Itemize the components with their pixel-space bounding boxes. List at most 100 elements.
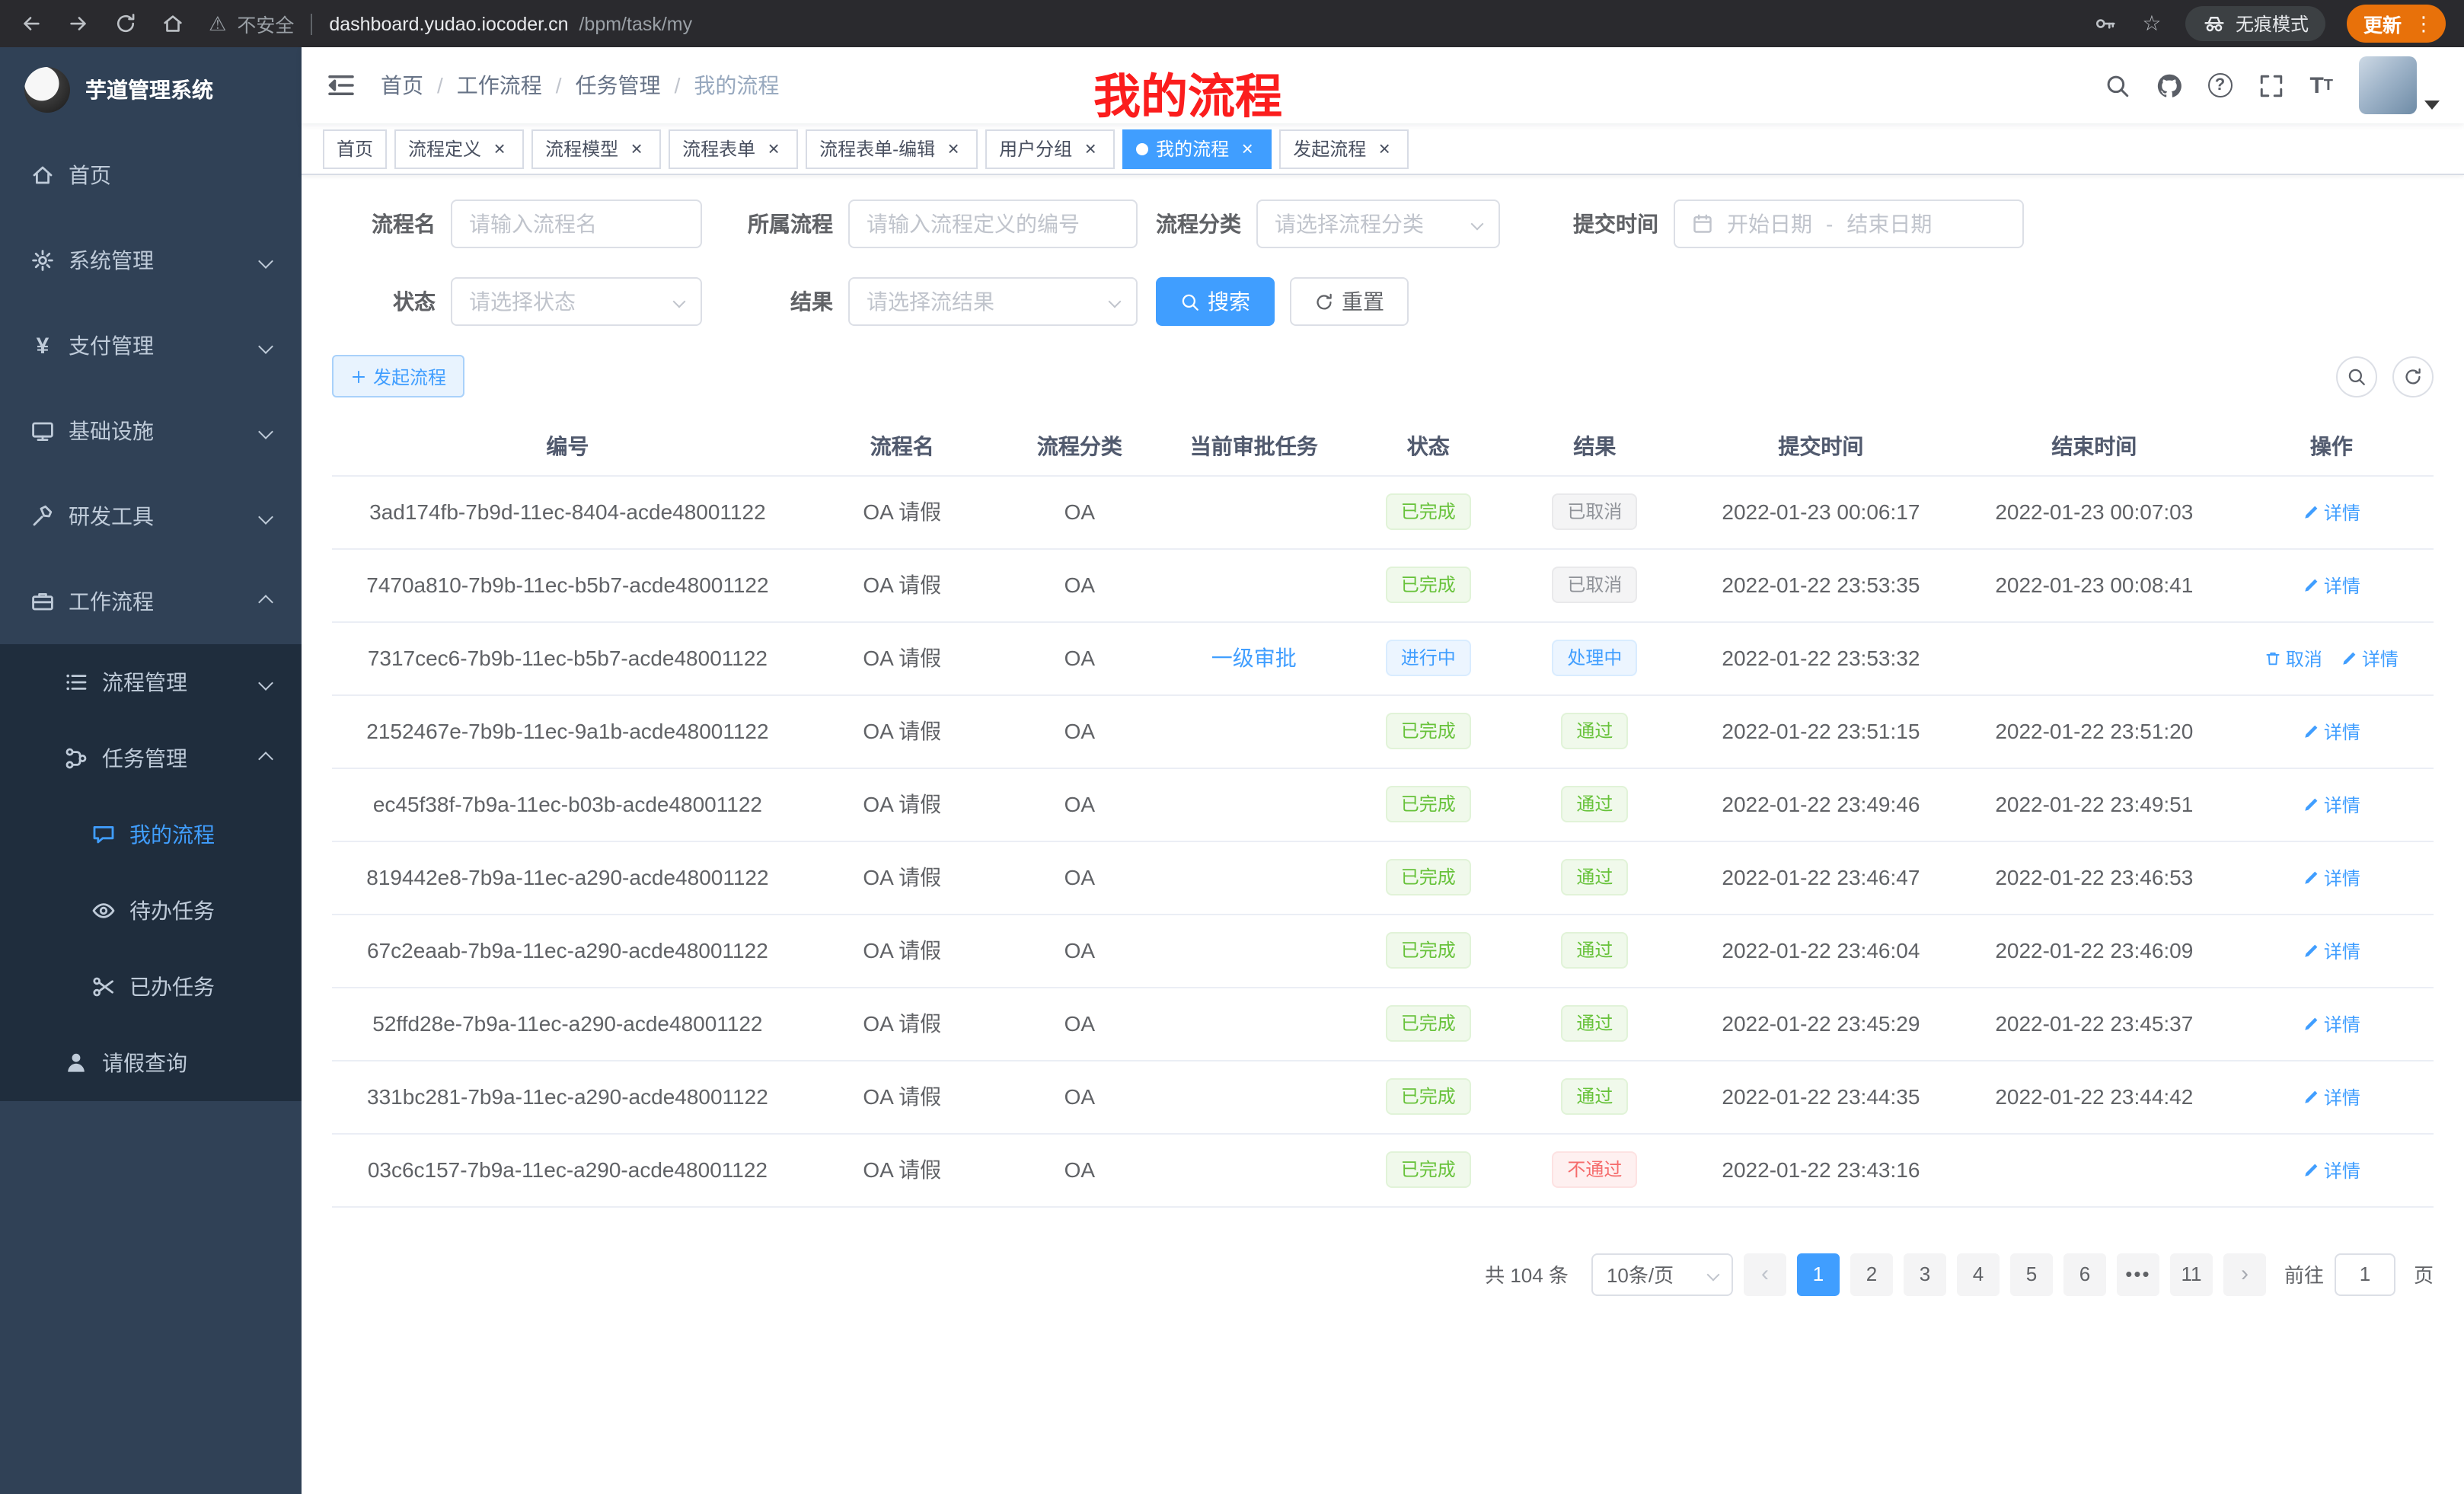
font-size-icon[interactable]: TT: [2309, 72, 2333, 98]
process-definition-input[interactable]: [848, 200, 1138, 248]
action-detail-link[interactable]: 详情: [2303, 1157, 2360, 1183]
page-button[interactable]: 1: [1797, 1253, 1840, 1295]
sidebar-item-infrastructure[interactable]: 基础设施: [0, 388, 302, 474]
tab-user-group[interactable]: 用户分组×: [985, 129, 1115, 168]
tab-process-model[interactable]: 流程模型×: [531, 129, 661, 168]
close-icon[interactable]: ×: [1237, 138, 1258, 159]
sidebar-item-done-tasks[interactable]: 已办任务: [0, 949, 302, 1025]
category-select[interactable]: 请选择流程分类: [1256, 200, 1500, 248]
page-button[interactable]: 2: [1850, 1253, 1893, 1295]
cell-process-name: OA 请假: [803, 1060, 1001, 1133]
close-icon[interactable]: ×: [626, 138, 647, 159]
close-icon[interactable]: ×: [1374, 138, 1395, 159]
goto-page-input[interactable]: [2335, 1253, 2395, 1295]
chevron-down-icon: [258, 253, 273, 268]
page-button[interactable]: 3: [1904, 1253, 1946, 1295]
sidebar-item-leave-query[interactable]: 请假查询: [0, 1025, 302, 1101]
action-detail-link[interactable]: 详情: [2303, 1010, 2360, 1036]
breadcrumb-item[interactable]: 任务管理: [576, 70, 661, 101]
app-logo[interactable]: 芋道管理系统: [0, 47, 302, 132]
prev-page-button[interactable]: ‹: [1744, 1253, 1786, 1295]
status-tag: 已完成: [1386, 786, 1471, 822]
bookmark-star-icon[interactable]: ☆: [2140, 11, 2164, 36]
action-cancel-link[interactable]: 取消: [2265, 645, 2322, 671]
next-page-button[interactable]: ›: [2223, 1253, 2266, 1295]
close-icon[interactable]: ×: [489, 138, 510, 159]
sidebar-item-system[interactable]: 系统管理: [0, 218, 302, 303]
chevron-down-icon: [258, 509, 273, 524]
status-tag: 已完成: [1386, 713, 1471, 749]
page-button[interactable]: 11: [2170, 1253, 2213, 1295]
page-button[interactable]: 6: [2063, 1253, 2106, 1295]
browser-back-icon[interactable]: [18, 11, 43, 36]
browser-reload-icon[interactable]: [113, 11, 137, 36]
github-icon[interactable]: [2156, 72, 2182, 98]
process-name-input[interactable]: [451, 200, 702, 248]
sidebar-item-home[interactable]: 首页: [0, 132, 302, 218]
browser-forward-icon[interactable]: [65, 11, 90, 36]
submit-time-range-picker[interactable]: 开始日期 - 结束日期: [1674, 200, 2024, 248]
browser-menu-icon[interactable]: ⋮: [2409, 11, 2438, 36]
toggle-search-button[interactable]: [2336, 356, 2377, 397]
tab-home[interactable]: 首页: [323, 129, 387, 168]
action-detail-link[interactable]: 详情: [2303, 1084, 2360, 1109]
close-icon[interactable]: ×: [943, 138, 964, 159]
tab-process-form[interactable]: 流程表单×: [669, 129, 798, 168]
cell-actions: 详情: [2229, 841, 2434, 914]
action-detail-link[interactable]: 详情: [2303, 572, 2360, 598]
result-select[interactable]: 请选择流结果: [848, 277, 1138, 326]
cell-actions: 详情: [2229, 548, 2434, 621]
refresh-table-button[interactable]: [2392, 356, 2434, 397]
page-size-select[interactable]: 10条/页: [1591, 1253, 1733, 1295]
tab-my-process[interactable]: 我的流程×: [1122, 129, 1272, 168]
close-icon[interactable]: ×: [763, 138, 784, 159]
update-button[interactable]: 更新 ⋮: [2347, 5, 2446, 43]
action-detail-link[interactable]: 详情: [2303, 791, 2360, 817]
tab-process-definition[interactable]: 流程定义×: [394, 129, 524, 168]
sidebar-menu: 首页系统管理¥支付管理基础设施研发工具工作流程流程管理任务管理我的流程待办任务已…: [0, 132, 302, 1101]
sidebar-item-label: 支付管理: [69, 330, 247, 361]
address-bar[interactable]: ⚠ 不安全 dashboard.yudao.iocoder.cn/bpm/tas…: [209, 9, 2094, 38]
action-detail-link[interactable]: 详情: [2303, 499, 2360, 525]
sidebar-item-process-management[interactable]: 流程管理: [0, 644, 302, 720]
password-key-icon[interactable]: [2094, 11, 2118, 36]
breadcrumb-item[interactable]: 工作流程: [457, 70, 542, 101]
header-search-icon[interactable]: [2104, 72, 2130, 98]
fullscreen-icon[interactable]: [2258, 72, 2284, 98]
action-detail-link[interactable]: 详情: [2303, 718, 2360, 744]
chevron-down-icon: [1471, 218, 1484, 231]
sidebar-item-task-management[interactable]: 任务管理: [0, 720, 302, 796]
user-menu[interactable]: [2359, 56, 2440, 114]
status-select[interactable]: 请选择状态: [451, 277, 702, 326]
tab-start-process[interactable]: 发起流程×: [1279, 129, 1409, 168]
action-detail-link[interactable]: 详情: [2303, 937, 2360, 963]
sidebar-item-payment[interactable]: ¥支付管理: [0, 303, 302, 388]
close-icon[interactable]: ×: [1080, 138, 1101, 159]
page-button[interactable]: 5: [2010, 1253, 2053, 1295]
create-process-label: 发起流程: [373, 363, 446, 389]
sidebar-item-devtools[interactable]: 研发工具: [0, 474, 302, 559]
sidebar-toggle-icon[interactable]: [326, 70, 356, 101]
cell-end-time: [1959, 1133, 2229, 1206]
user-avatar[interactable]: [2359, 56, 2417, 114]
sidebar-item-todo-tasks[interactable]: 待办任务: [0, 873, 302, 949]
action-detail-link[interactable]: 详情: [2303, 864, 2360, 890]
browser-home-icon[interactable]: [160, 11, 184, 36]
chevron-down-icon: [1706, 1268, 1719, 1281]
current-task-link[interactable]: 一级审批: [1211, 646, 1297, 670]
app: 芋道管理系统 首页系统管理¥支付管理基础设施研发工具工作流程流程管理任务管理我的…: [0, 47, 2464, 1494]
status-placeholder: 请选择状态: [469, 286, 576, 317]
reset-button[interactable]: 重置: [1290, 277, 1409, 326]
breadcrumb-item[interactable]: 首页: [381, 70, 423, 101]
action-detail-link[interactable]: 详情: [2341, 645, 2399, 671]
help-icon[interactable]: ?: [2207, 73, 2232, 97]
tab-process-form-edit[interactable]: 流程表单-编辑×: [806, 129, 978, 168]
more-pages-button[interactable]: •••: [2117, 1253, 2159, 1295]
sidebar-item-my-process[interactable]: 我的流程: [0, 796, 302, 873]
search-button[interactable]: 搜索: [1156, 277, 1275, 326]
create-process-button[interactable]: 发起流程: [332, 355, 464, 397]
cell-status: 已完成: [1350, 987, 1507, 1060]
page-button[interactable]: 4: [1957, 1253, 2000, 1295]
status-tag: 已完成: [1386, 1078, 1471, 1115]
sidebar-item-workflow[interactable]: 工作流程: [0, 559, 302, 644]
